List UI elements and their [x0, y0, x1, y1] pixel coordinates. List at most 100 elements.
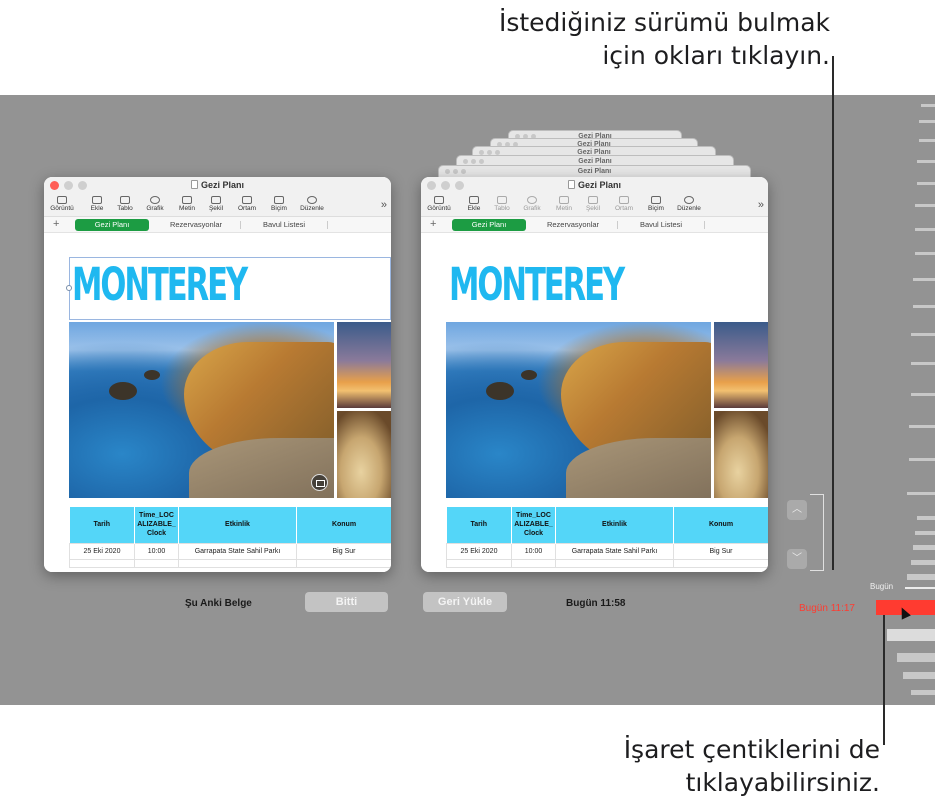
table-cell: Garrapata State Sahil Parkı — [555, 542, 674, 560]
timeline-tick[interactable] — [907, 574, 935, 580]
done-button[interactable]: Bitti — [305, 592, 388, 612]
toolbar: Görüntü Ekle Tablo Grafik Metin Şekil Or… — [44, 195, 391, 217]
toolbar-label: Ekle — [90, 205, 104, 212]
timeline-tick[interactable] — [917, 516, 935, 520]
timeline-tick[interactable] — [913, 545, 935, 550]
timeline-tick[interactable] — [909, 458, 935, 461]
version-document-window[interactable]: Gezi Planı Görüntü Ekle Tablo Grafik Met… — [421, 177, 768, 572]
stack-title: Gezi Planı — [577, 168, 612, 175]
timeline-current-time-label[interactable]: Bugün 11:17 — [799, 603, 855, 614]
timeline-tick[interactable] — [909, 425, 935, 428]
sunset-photo[interactable] — [337, 322, 391, 408]
coast-photo[interactable] — [69, 322, 334, 498]
media-icon — [619, 196, 629, 204]
previous-version-button[interactable]: ︿ — [787, 500, 807, 520]
current-document-window[interactable]: Gezi Planı Görüntü Ekle Tablo Grafik Met… — [44, 177, 391, 572]
toolbar-organize[interactable]: Düzenle — [298, 196, 326, 213]
toolbar-media[interactable]: Ortam — [233, 196, 261, 213]
more-chevron-icon[interactable]: » — [381, 199, 387, 211]
timeline-tick[interactable] — [911, 690, 935, 695]
table-header: Time_LOCALIZABLE_Clock — [134, 507, 179, 543]
document-heading[interactable]: MONTEREY — [72, 257, 248, 313]
toolbar-label: Metin — [556, 205, 572, 212]
toolbar-shape[interactable]: Şekil — [202, 196, 230, 213]
timeline-tick[interactable] — [921, 104, 935, 107]
toolbar-chart[interactable]: Grafik — [141, 196, 169, 213]
timeline-tick[interactable] — [917, 160, 935, 163]
organize-icon — [307, 196, 317, 204]
table-header: Time_LOCALIZABLE_Clock — [511, 507, 556, 543]
timeline-tick[interactable] — [919, 139, 935, 142]
toolbar-label: Şekil — [208, 205, 224, 212]
callout-line: için okları tıklayın. — [602, 41, 830, 70]
restore-button[interactable]: Geri Yükle — [423, 592, 507, 612]
table-cell[interactable]: Big Sur — [296, 542, 391, 560]
next-version-button[interactable]: ﹀ — [787, 549, 807, 569]
timeline-tick[interactable] — [913, 305, 935, 308]
shape-icon — [211, 196, 221, 204]
callout-line: İstediğiniz sürümü bulmak — [498, 8, 830, 37]
toolbar-format: Biçim — [642, 196, 670, 213]
screen: İstediğiniz sürümü bulmak için okları tı… — [0, 0, 935, 812]
organize-icon — [684, 196, 694, 204]
timeline-tick[interactable] — [911, 333, 935, 336]
timeline-tick[interactable] — [911, 393, 935, 396]
callout-leader-bottom — [883, 612, 885, 745]
media-icon — [242, 196, 252, 204]
arrows-callout: İstediğiniz sürümü bulmak için okları tı… — [310, 6, 830, 72]
timeline-tick[interactable] — [919, 120, 935, 123]
toolbar-label: Şekil — [585, 205, 601, 212]
toolbar: Görüntü Ekle Tablo Grafik Metin Şekil Or… — [421, 195, 768, 217]
itinerary-table[interactable]: Tarih Time_LOCALIZABLE_Clock Etkinlik Ko… — [69, 507, 391, 568]
toolbar-text[interactable]: Metin — [173, 196, 201, 213]
timeline-tick[interactable] — [887, 629, 935, 641]
add-sheet-button[interactable]: + — [53, 218, 59, 230]
coast-photo — [446, 322, 711, 498]
tab-gezi-plani[interactable]: Gezi Planı — [75, 219, 149, 231]
tab-divider — [240, 221, 241, 229]
title-bar: Gezi Planı — [44, 177, 391, 195]
table-header: Etkinlik — [178, 507, 297, 543]
media-badge-icon[interactable] — [311, 474, 328, 491]
text-icon — [182, 196, 192, 204]
tab-rezervasyonlar[interactable]: Rezervasyonlar — [158, 219, 234, 231]
table-cell[interactable]: 25 Eki 2020 — [69, 542, 135, 560]
toolbar-media: Ortam — [610, 196, 638, 213]
shell-photo[interactable] — [337, 411, 391, 498]
timeline-tick[interactable] — [911, 560, 935, 565]
toolbar-insert[interactable]: Ekle — [83, 196, 111, 213]
table-icon — [497, 196, 507, 204]
table-row — [69, 558, 391, 568]
toolbar-label: Görüntü — [50, 205, 74, 212]
toolbar-label: Görüntü — [427, 205, 451, 212]
table-header: Konum — [673, 507, 768, 543]
timeline-tick[interactable] — [903, 672, 935, 679]
add-sheet-button: + — [430, 218, 437, 230]
table-cell[interactable]: Garrapata State Sahil Parkı — [178, 542, 297, 560]
timeline-today-label[interactable]: Bugün — [870, 582, 893, 591]
timeline-tick[interactable] — [913, 278, 935, 281]
toolbar-view[interactable]: Görüntü — [48, 196, 76, 213]
timeline-tick[interactable] — [915, 228, 935, 231]
tab-divider — [327, 221, 328, 229]
timeline-tick[interactable] — [911, 362, 935, 365]
timeline-today-tick[interactable] — [905, 587, 935, 589]
table-cell: 10:00 — [511, 542, 556, 560]
timeline-tick[interactable] — [897, 653, 935, 662]
timeline-tick[interactable] — [907, 492, 935, 495]
document-canvas[interactable]: MONTEREY Tarih Time_LOCALIZABLE_Clock Et… — [44, 234, 391, 572]
timeline-tick[interactable] — [917, 182, 935, 185]
timeline-tick[interactable] — [915, 252, 935, 255]
sheet-tabs: + Gezi Planı Rezervasyonlar Bavul Listes… — [44, 217, 391, 233]
tab-bavul-listesi[interactable]: Bavul Listesi — [248, 219, 320, 231]
toolbar-format[interactable]: Biçim — [265, 196, 293, 213]
toolbar-insert: Ekle — [460, 196, 488, 213]
table-cell[interactable]: 10:00 — [134, 542, 179, 560]
toolbar-table[interactable]: Tablo — [111, 196, 139, 213]
table-header: Konum — [296, 507, 391, 543]
insert-icon — [469, 196, 479, 204]
toolbar-organize: Düzenle — [675, 196, 703, 213]
document-heading: MONTEREY — [449, 258, 625, 311]
timeline-tick[interactable] — [915, 204, 935, 207]
timeline-tick[interactable] — [915, 531, 935, 535]
